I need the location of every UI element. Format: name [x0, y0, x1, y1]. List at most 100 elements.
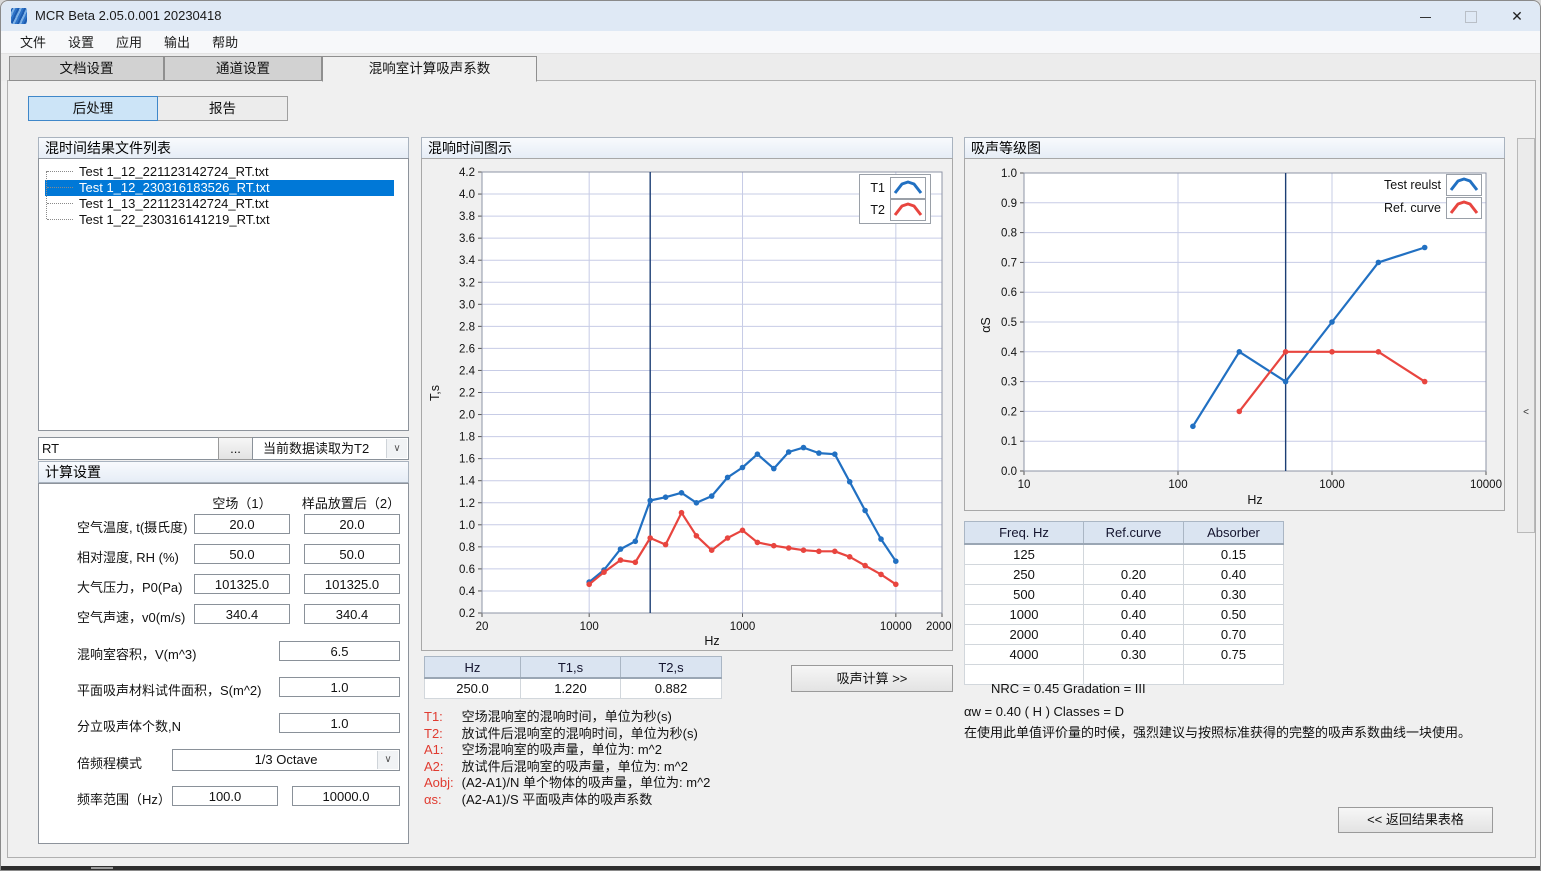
- menu-output[interactable]: 输出: [153, 31, 201, 54]
- back-to-results-button[interactable]: << 返回结果表格: [1338, 807, 1493, 833]
- table-row[interactable]: 1250.15: [965, 544, 1284, 565]
- data-mode-dropdown[interactable]: 当前数据读取为T2 ∨: [252, 437, 409, 460]
- absorber-header-absorber: Absorber: [1184, 522, 1284, 545]
- label-octave-mode: 倍频程模式: [77, 753, 142, 772]
- subtab-postprocess[interactable]: 后处理: [28, 96, 158, 121]
- close-button[interactable]: ✕: [1494, 1, 1540, 31]
- ref-curve-icon: [1446, 197, 1482, 219]
- label-sound-speed: 空气声速，v0(m/s): [77, 607, 185, 626]
- svg-text:3.4: 3.4: [459, 255, 476, 267]
- absorber-count-input[interactable]: [279, 713, 400, 733]
- tab-document-settings[interactable]: 文档设置: [9, 56, 164, 81]
- menu-file[interactable]: 文件: [9, 31, 57, 54]
- svg-text:Hz: Hz: [704, 634, 719, 648]
- pressure-1-input[interactable]: [194, 574, 290, 594]
- sound-speed-2-input[interactable]: [304, 604, 400, 624]
- label-pressure: 大气压力，P0(Pa): [77, 577, 182, 596]
- svg-text:0.2: 0.2: [459, 608, 475, 620]
- note-line: Aobj: (A2-A1)/N 单个物体的吸声量，单位为: m^2: [424, 775, 710, 792]
- svg-text:0.1: 0.1: [1001, 436, 1017, 448]
- legend-row-t2: T2: [864, 199, 926, 221]
- svg-text:2.8: 2.8: [459, 321, 475, 333]
- nrc-result-text: NRC = 0.45 Gradation = III: [991, 681, 1146, 696]
- list-item[interactable]: Test 1_13_221123142724_RT.txt: [45, 196, 394, 212]
- rt-table-header-t2: T2,s: [621, 657, 722, 679]
- absorption-calc-button[interactable]: 吸声计算 >>: [791, 665, 953, 692]
- svg-text:100: 100: [580, 621, 599, 633]
- svg-text:1.8: 1.8: [459, 432, 475, 444]
- list-item[interactable]: Test 1_12_221123142724_RT.txt: [45, 164, 394, 180]
- humidity-1-input[interactable]: [194, 544, 290, 564]
- app-logo-icon: [11, 8, 27, 24]
- svg-text:0.9: 0.9: [1001, 198, 1017, 210]
- table-row[interactable]: 250.0 1.220 0.882: [425, 678, 722, 699]
- tab-channel-settings[interactable]: 通道设置: [164, 56, 322, 81]
- panel-collapse-splitter[interactable]: <: [1517, 138, 1535, 533]
- legend-label-ref-curve: Ref. curve: [1384, 201, 1441, 215]
- table-row[interactable]: 40000.300.75: [965, 645, 1284, 665]
- col-header-empty-room: 空场（1）: [194, 493, 290, 512]
- close-icon: ✕: [1511, 8, 1523, 24]
- calc-settings-title: 计算设置: [38, 461, 409, 483]
- alphaw-result-text: αw = 0.40 ( H ) Classes = D: [964, 704, 1124, 719]
- rt-value-table[interactable]: Hz T1,s T2,s 250.0 1.220 0.882: [424, 656, 722, 699]
- tree-branch-icon: [47, 171, 73, 173]
- humidity-2-input[interactable]: [304, 544, 400, 564]
- air-temp-2-input[interactable]: [304, 514, 400, 534]
- maximize-button[interactable]: [1448, 1, 1494, 31]
- svg-text:3.2: 3.2: [459, 277, 475, 289]
- absorption-chart-title: 吸声等级图: [964, 137, 1505, 159]
- absorber-header-freq: Freq. Hz: [965, 522, 1084, 545]
- svg-text:1.0: 1.0: [1001, 168, 1017, 180]
- rt-name-input[interactable]: [38, 437, 219, 460]
- minimize-button[interactable]: [1402, 1, 1448, 31]
- freq-min-input[interactable]: [172, 786, 278, 806]
- svg-text:0.4: 0.4: [1001, 347, 1018, 359]
- svg-text:0.6: 0.6: [1001, 287, 1017, 299]
- note-line: A2: 放试件后混响室的吸声量，单位为: m^2: [424, 759, 710, 776]
- menu-application[interactable]: 应用: [105, 31, 153, 54]
- absorber-table[interactable]: Freq. Hz Ref.curve Absorber 1250.152500.…: [964, 521, 1284, 685]
- result-file-list[interactable]: Test 1_12_221123142724_RT.txtTest 1_12_2…: [38, 158, 409, 431]
- freq-max-input[interactable]: [292, 786, 400, 806]
- svg-text:2.6: 2.6: [459, 343, 475, 355]
- sample-area-input[interactable]: [279, 677, 400, 697]
- room-volume-input[interactable]: [279, 641, 400, 661]
- tab-reverb-absorption[interactable]: 混响室计算吸声系数: [322, 56, 537, 82]
- test-result-curve-icon: [1446, 174, 1482, 196]
- air-temp-1-input[interactable]: [194, 514, 290, 534]
- svg-text:20000: 20000: [926, 621, 952, 633]
- table-row[interactable]: 10000.400.50: [965, 605, 1284, 625]
- tree-branch-icon: [47, 219, 73, 221]
- menu-settings[interactable]: 设置: [57, 31, 105, 54]
- svg-text:20: 20: [476, 621, 489, 633]
- browse-button[interactable]: ...: [218, 437, 253, 460]
- label-humidity: 相对湿度, RH (%): [77, 547, 179, 566]
- note-line: A1: 空场混响室的吸声量，单位为: m^2: [424, 742, 710, 759]
- table-row[interactable]: 5000.400.30: [965, 585, 1284, 605]
- rt-chart-panel: 0.20.40.60.81.01.21.41.61.82.02.22.42.62…: [421, 158, 953, 651]
- rt-table-header-t1: T1,s: [521, 657, 621, 679]
- rt-chart[interactable]: 0.20.40.60.81.01.21.41.61.82.02.22.42.62…: [422, 159, 952, 650]
- table-row[interactable]: 2500.200.40: [965, 565, 1284, 585]
- octave-mode-dropdown[interactable]: 1/3 Octave ∨: [172, 749, 400, 771]
- legend-row-test-result: Test reulst: [1384, 174, 1482, 196]
- list-item[interactable]: Test 1_22_230316141219_RT.txt: [45, 212, 394, 228]
- svg-text:3.6: 3.6: [459, 233, 475, 245]
- svg-text:αS: αS: [979, 317, 993, 333]
- svg-text:T,s: T,s: [428, 385, 442, 401]
- subtab-report[interactable]: 报告: [157, 96, 288, 121]
- rt-chart-title: 混响时间图示: [421, 137, 953, 159]
- svg-text:10: 10: [1018, 479, 1031, 491]
- table-row[interactable]: 20000.400.70: [965, 625, 1284, 645]
- svg-text:4.2: 4.2: [459, 167, 475, 179]
- window-title: MCR Beta 2.05.0.001 20230418: [35, 1, 221, 31]
- taskbar-glyph: [91, 867, 113, 869]
- menu-help[interactable]: 帮助: [201, 31, 249, 54]
- svg-text:3.0: 3.0: [459, 299, 475, 311]
- list-item[interactable]: Test 1_12_230316183526_RT.txt: [45, 180, 394, 196]
- sound-speed-1-input[interactable]: [194, 604, 290, 624]
- chevron-down-icon: ∨: [386, 439, 407, 458]
- svg-text:100: 100: [1168, 479, 1187, 491]
- pressure-2-input[interactable]: [304, 574, 400, 594]
